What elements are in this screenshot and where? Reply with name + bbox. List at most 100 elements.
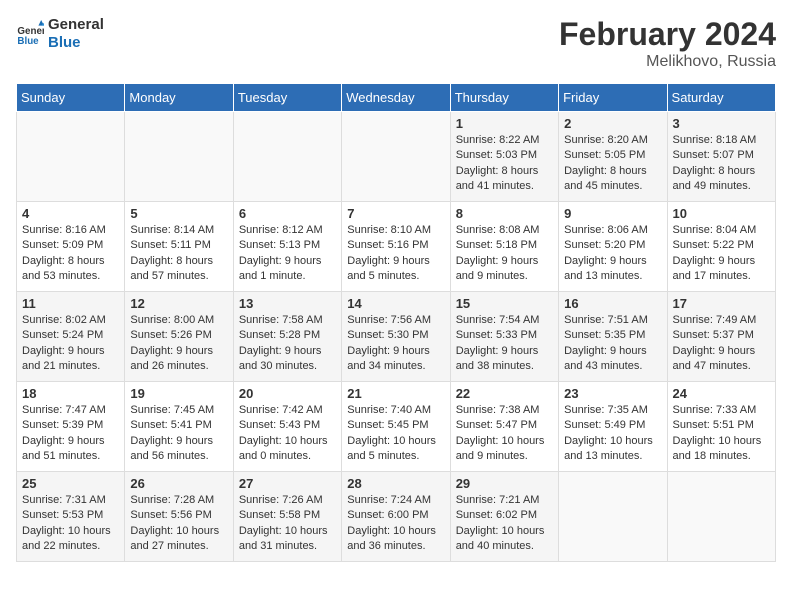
day-number: 19 [130, 386, 227, 401]
col-monday: Monday [125, 84, 233, 112]
day-number: 28 [347, 476, 444, 491]
calendar-week-row: 11 Sunrise: 8:02 AM Sunset: 5:24 PM Dayli… [17, 292, 776, 382]
calendar-cell: 2Sunrise: 8:20 AM Sunset: 5:05 PM Daylig… [559, 112, 667, 202]
calendar-cell: 28 Sunrise: 7:24 AM Sunset: 6:00 PM Dayli… [342, 472, 450, 562]
logo-icon: General Blue [16, 20, 44, 48]
calendar-cell: 9 Sunrise: 8:06 AM Sunset: 5:20 PM Daylig… [559, 202, 667, 292]
calendar-cell: 27Sunrise: 7:26 AM Sunset: 5:58 PM Dayli… [233, 472, 341, 562]
day-number: 29 [456, 476, 553, 491]
calendar-cell [125, 112, 233, 202]
day-number: 21 [347, 386, 444, 401]
day-number: 27 [239, 476, 336, 491]
calendar-cell: 10Sunrise: 8:04 AM Sunset: 5:22 PM Dayli… [667, 202, 775, 292]
day-info: Sunrise: 7:28 AM Sunset: 5:56 PM Dayligh… [130, 493, 227, 555]
calendar-week-row: 4 Sunrise: 8:16 AM Sunset: 5:09 PM Daylig… [17, 202, 776, 292]
day-info: Sunrise: 8:06 AM Sunset: 5:20 PM Dayligh… [564, 223, 661, 285]
col-sunday: Sunday [17, 84, 125, 112]
day-number: 14 [347, 296, 444, 311]
calendar-cell: 5 Sunrise: 8:14 AM Sunset: 5:11 PM Daylig… [125, 202, 233, 292]
day-number: 24 [673, 386, 770, 401]
day-number: 6 [239, 206, 336, 221]
calendar-cell: 17Sunrise: 7:49 AM Sunset: 5:37 PM Dayli… [667, 292, 775, 382]
day-info: Sunrise: 7:51 AM Sunset: 5:35 PM Dayligh… [564, 313, 661, 375]
day-info: Sunrise: 7:42 AM Sunset: 5:43 PM Dayligh… [239, 403, 336, 465]
calendar-cell: 16 Sunrise: 7:51 AM Sunset: 5:35 PM Dayli… [559, 292, 667, 382]
calendar-cell: 25Sunrise: 7:31 AM Sunset: 5:53 PM Dayli… [17, 472, 125, 562]
day-info: Sunrise: 8:22 AM Sunset: 5:03 PM Dayligh… [456, 133, 553, 195]
day-info: Sunrise: 7:40 AM Sunset: 5:45 PM Dayligh… [347, 403, 444, 465]
calendar-cell: 11 Sunrise: 8:02 AM Sunset: 5:24 PM Dayli… [17, 292, 125, 382]
calendar-cell: 7Sunrise: 8:10 AM Sunset: 5:16 PM Daylig… [342, 202, 450, 292]
col-wednesday: Wednesday [342, 84, 450, 112]
calendar-cell: 18 Sunrise: 7:47 AM Sunset: 5:39 PM Dayli… [17, 382, 125, 472]
day-number: 18 [22, 386, 119, 401]
col-thursday: Thursday [450, 84, 558, 112]
title-area: February 2024 Melikhovo, Russia [559, 16, 776, 71]
calendar-week-row: 18 Sunrise: 7:47 AM Sunset: 5:39 PM Dayli… [17, 382, 776, 472]
day-number: 11 [22, 296, 119, 311]
calendar-cell: 21 Sunrise: 7:40 AM Sunset: 5:45 PM Dayli… [342, 382, 450, 472]
calendar-cell [559, 472, 667, 562]
calendar-cell: 26 Sunrise: 7:28 AM Sunset: 5:56 PM Dayli… [125, 472, 233, 562]
day-info: Sunrise: 8:02 AM Sunset: 5:24 PM Dayligh… [22, 313, 119, 375]
calendar-header-row: Sunday Monday Tuesday Wednesday Thursday… [17, 84, 776, 112]
day-number: 9 [564, 206, 661, 221]
day-number: 12 [130, 296, 227, 311]
calendar-cell: 20Sunrise: 7:42 AM Sunset: 5:43 PM Dayli… [233, 382, 341, 472]
day-number: 4 [22, 206, 119, 221]
day-number: 7 [347, 206, 444, 221]
calendar-cell [342, 112, 450, 202]
calendar-week-row: 25Sunrise: 7:31 AM Sunset: 5:53 PM Dayli… [17, 472, 776, 562]
calendar-cell: 14 Sunrise: 7:56 AM Sunset: 5:30 PM Dayli… [342, 292, 450, 382]
calendar-cell: 13 Sunrise: 7:58 AM Sunset: 5:28 PM Dayli… [233, 292, 341, 382]
day-info: Sunrise: 8:08 AM Sunset: 5:18 PM Dayligh… [456, 223, 553, 285]
day-info: Sunrise: 8:04 AM Sunset: 5:22 PM Dayligh… [673, 223, 770, 285]
calendar-cell: 22 Sunrise: 7:38 AM Sunset: 5:47 PM Dayli… [450, 382, 558, 472]
calendar-cell [233, 112, 341, 202]
day-number: 22 [456, 386, 553, 401]
day-number: 15 [456, 296, 553, 311]
calendar-cell: 15Sunrise: 7:54 AM Sunset: 5:33 PM Dayli… [450, 292, 558, 382]
day-info: Sunrise: 7:56 AM Sunset: 5:30 PM Dayligh… [347, 313, 444, 375]
calendar-cell: 6 Sunrise: 8:12 AM Sunset: 5:13 PM Daylig… [233, 202, 341, 292]
day-info: Sunrise: 8:14 AM Sunset: 5:11 PM Dayligh… [130, 223, 227, 285]
col-saturday: Saturday [667, 84, 775, 112]
day-info: Sunrise: 7:38 AM Sunset: 5:47 PM Dayligh… [456, 403, 553, 465]
day-number: 3 [673, 116, 770, 131]
calendar-cell [667, 472, 775, 562]
calendar-table: Sunday Monday Tuesday Wednesday Thursday… [16, 83, 776, 562]
page-header: General Blue General Blue February 2024 … [16, 16, 776, 71]
day-info: Sunrise: 8:16 AM Sunset: 5:09 PM Dayligh… [22, 223, 119, 285]
svg-text:Blue: Blue [17, 36, 39, 47]
day-number: 26 [130, 476, 227, 491]
calendar-cell: 23 Sunrise: 7:35 AM Sunset: 5:49 PM Dayli… [559, 382, 667, 472]
day-number: 5 [130, 206, 227, 221]
day-info: Sunrise: 7:35 AM Sunset: 5:49 PM Dayligh… [564, 403, 661, 465]
day-number: 23 [564, 386, 661, 401]
day-info: Sunrise: 8:12 AM Sunset: 5:13 PM Dayligh… [239, 223, 336, 285]
day-number: 25 [22, 476, 119, 491]
calendar-cell: 29 Sunrise: 7:21 AM Sunset: 6:02 PM Dayli… [450, 472, 558, 562]
calendar-cell: 19Sunrise: 7:45 AM Sunset: 5:41 PM Dayli… [125, 382, 233, 472]
day-number: 17 [673, 296, 770, 311]
day-info: Sunrise: 7:24 AM Sunset: 6:00 PM Dayligh… [347, 493, 444, 555]
day-info: Sunrise: 8:18 AM Sunset: 5:07 PM Dayligh… [673, 133, 770, 195]
day-number: 16 [564, 296, 661, 311]
location-subtitle: Melikhovo, Russia [559, 53, 776, 71]
day-info: Sunrise: 7:33 AM Sunset: 5:51 PM Dayligh… [673, 403, 770, 465]
day-info: Sunrise: 7:21 AM Sunset: 6:02 PM Dayligh… [456, 493, 553, 555]
day-number: 13 [239, 296, 336, 311]
calendar-cell: 12Sunrise: 8:00 AM Sunset: 5:26 PM Dayli… [125, 292, 233, 382]
calendar-cell [17, 112, 125, 202]
day-info: Sunrise: 7:58 AM Sunset: 5:28 PM Dayligh… [239, 313, 336, 375]
day-info: Sunrise: 8:20 AM Sunset: 5:05 PM Dayligh… [564, 133, 661, 195]
day-info: Sunrise: 7:47 AM Sunset: 5:39 PM Dayligh… [22, 403, 119, 465]
calendar-cell: 3 Sunrise: 8:18 AM Sunset: 5:07 PM Daylig… [667, 112, 775, 202]
logo: General Blue General Blue [16, 16, 104, 52]
calendar-cell: 1Sunrise: 8:22 AM Sunset: 5:03 PM Daylig… [450, 112, 558, 202]
calendar-cell: 24 Sunrise: 7:33 AM Sunset: 5:51 PM Dayli… [667, 382, 775, 472]
month-year-title: February 2024 [559, 16, 776, 53]
calendar-cell: 4 Sunrise: 8:16 AM Sunset: 5:09 PM Daylig… [17, 202, 125, 292]
calendar-cell: 8Sunrise: 8:08 AM Sunset: 5:18 PM Daylig… [450, 202, 558, 292]
calendar-week-row: 1Sunrise: 8:22 AM Sunset: 5:03 PM Daylig… [17, 112, 776, 202]
